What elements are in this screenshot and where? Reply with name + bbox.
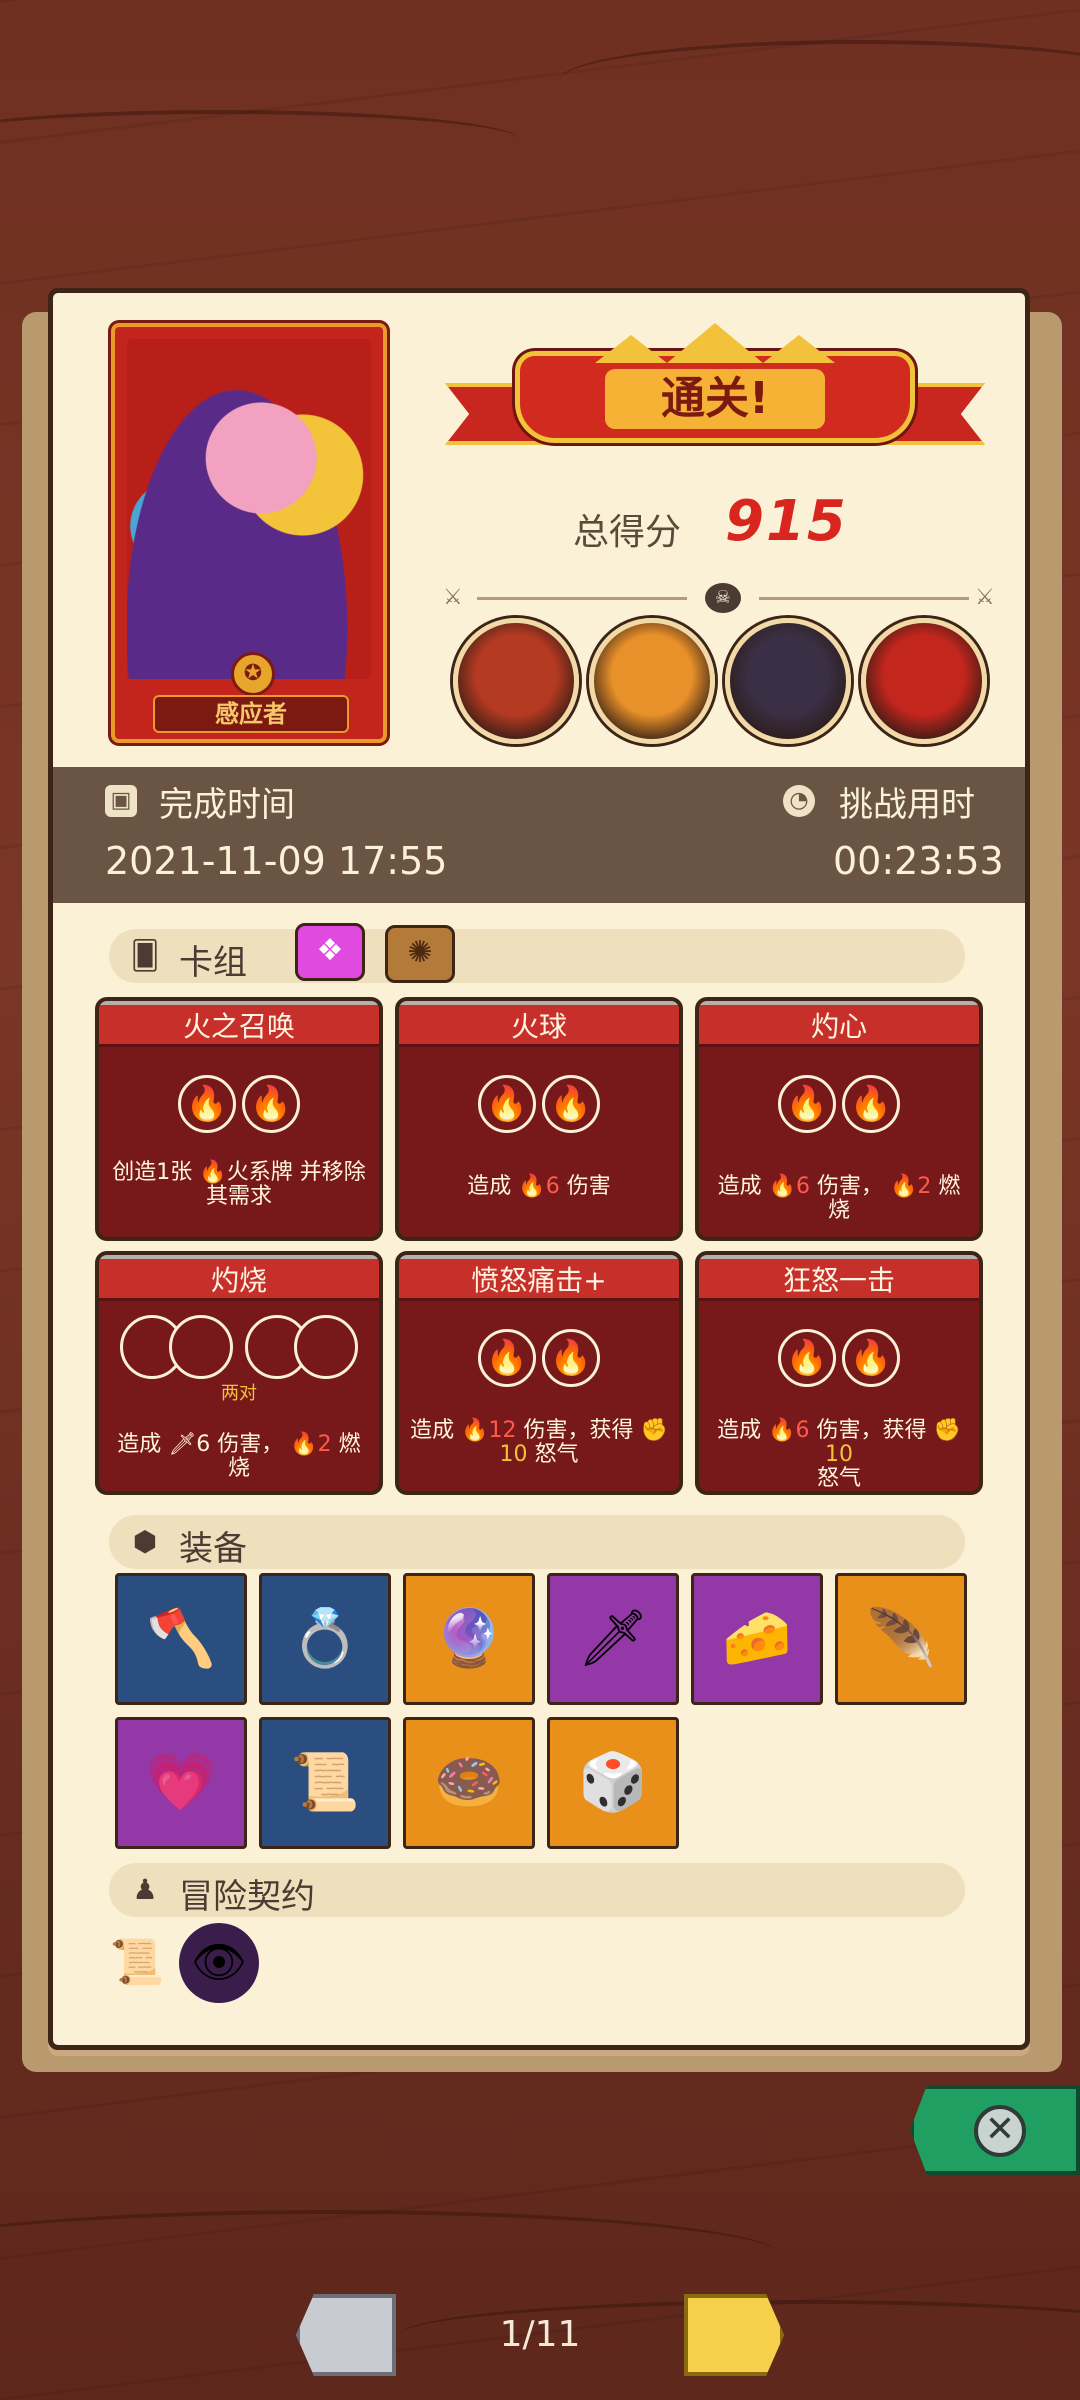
close-button[interactable]: ✕ [910,2085,1080,2175]
card-description: 创造1张 🔥火系牌 并移除 其需求 [112,1160,366,1209]
flame-icon: 🔥 [768,1418,796,1443]
completion-time-label: 完成时间 [159,785,295,825]
fist-icon: ✊ [640,1418,668,1443]
boss-list [453,618,993,748]
flame-icon: 🔥 [199,1160,227,1185]
card-fireball[interactable]: 火球 🔥 🔥 造成 🔥6 伤害 [395,997,683,1241]
deck-section-header: 🂠 卡组 [109,929,965,983]
sword-icon: 🗡 [168,1432,197,1457]
card-description: 造成 🗡6 伤害， 🔥2 燃烧 [117,1432,361,1481]
skull-icon: ☠ [705,583,741,613]
calendar-icon: ▣ [105,785,137,817]
deck-tab-pink[interactable]: ❖ [295,923,365,981]
person-icon: ♟ [132,1873,158,1906]
prev-page-button[interactable] [296,2294,396,2376]
deck-title: 卡组 [179,943,247,983]
fist-icon: ✊ [933,1418,961,1443]
fire-orb-icon: 🔥 [842,1075,900,1133]
curved-blade-icon[interactable]: 🗡 [547,1573,679,1705]
green-dice-icon[interactable]: 🎲 [547,1717,679,1849]
fire-orb-icon: 🔥 [778,1075,836,1133]
heart-charm-icon[interactable]: 💗 [115,1717,247,1849]
cards-icon: 🂠 [130,939,160,972]
challenge-duration-label: 挑战用时 [839,785,975,825]
swirl-orb-icon[interactable]: 🔮 [403,1573,535,1705]
empty-orb-icon: ○ [293,1315,358,1379]
card-title: 愤怒痛击+ [399,1255,679,1301]
green-feather-icon[interactable]: 🪶 [835,1573,967,1705]
hero-card[interactable]: ✪ 感应者 [111,323,387,743]
fire-orb-icon: 🔥 [178,1075,236,1133]
card-description: 造成 🔥12 伤害，获得 ✊ 10 怒气 [410,1418,668,1467]
brown-deck-tab-icon: ✺ [407,935,433,970]
card-description: 造成 🔥6 伤害 [467,1174,611,1199]
score-label: 总得分 [573,512,682,553]
card-title: 灼心 [699,1001,979,1047]
result-panel: ✪ 感应者 通关! 总得分 915 ⚔ ☠ ⚔ ▣ 完成时间 2021-11-0… [48,288,1030,2050]
red-demon-boss-icon[interactable] [861,618,987,744]
cyclops-boss-icon[interactable] [453,618,579,744]
banner-text: 通关! [605,369,825,429]
card-title: 灼烧 [99,1255,379,1301]
card-fire-summon[interactable]: 火之召唤 🔥 🔥 创造1张 🔥火系牌 并移除 其需求 [95,997,383,1241]
card-description: 造成 🔥6 伤害， 🔥2 燃烧 [717,1174,961,1223]
stopwatch-icon: ◔ [783,785,815,817]
crown-icon [595,323,835,363]
fire-orb-icon: 🔥 [842,1329,900,1387]
flame-icon: 🔥 [768,1174,796,1199]
burn-icon: 🔥 [290,1432,318,1457]
axe-icon[interactable]: 🪓 [115,1573,247,1705]
card-scorch[interactable]: 灼烧 ○○ ○○ 两对 造成 🗡6 伤害， 🔥2 燃烧 [95,1251,383,1495]
pair-requirement-label: 两对 [221,1383,257,1404]
purple-eye-seal-icon[interactable]: 👁 [179,1923,259,2003]
flame-icon: 🔥 [461,1418,489,1443]
fire-orb-icon: 🔥 [778,1329,836,1387]
hero-name: 感应者 [153,695,349,733]
pink-deck-tab-icon: ❖ [316,933,344,968]
close-icon: ✕ [974,2105,1026,2157]
equipment-section-header: ⬢ 装备 [109,1515,965,1569]
fire-orb-icon: 🔥 [542,1329,600,1387]
burn-icon: 🔥 [890,1174,918,1199]
card-angry-strike-plus[interactable]: 愤怒痛击+ 🔥 🔥 造成 🔥12 伤害，获得 ✊ 10 怒气 [395,1251,683,1495]
hero-portrait [127,339,371,679]
fire-orb-icon: 🔥 [478,1075,536,1133]
challenge-duration-value: 00:23:53 [833,839,1004,883]
card-title: 狂怒一击 [699,1255,979,1301]
completion-time-value: 2021-11-09 17:55 [105,839,448,883]
fire-orb-icon: 🔥 [542,1075,600,1133]
crossed-swords-icon: ⚔ [443,585,463,610]
donut-ring-icon[interactable]: 🍩 [403,1717,535,1849]
card-title: 火球 [399,1001,679,1047]
cheese-wedge-icon[interactable]: 🧀 [691,1573,823,1705]
deck-tab-brown[interactable]: ✺ [385,925,455,983]
fire-orb-icon: 🔥 [242,1075,300,1133]
orange-beast-boss-icon[interactable] [589,618,715,744]
contract-title: 冒险契约 [179,1877,315,1917]
boss-divider: ⚔ ☠ ⚔ [443,583,1003,613]
flame-icon: 🔥 [518,1174,546,1199]
dark-knight-boss-icon[interactable] [725,618,851,744]
page-indicator: 1/11 [499,2314,581,2355]
scroll-icon[interactable]: 📜 [259,1717,391,1849]
next-page-button[interactable] [684,2294,784,2376]
contract-section-header: ♟ 冒险契约 [109,1863,965,1917]
score-value: 915 [725,489,848,554]
contract-scroll-icon[interactable]: 📜 [97,1923,177,2003]
card-rage-strike[interactable]: 狂怒一击 🔥 🔥 造成 🔥6 伤害，获得 ✊10 怒气 [695,1251,983,1495]
victory-banner: 通关! [445,323,985,473]
ring-icon[interactable]: 💍 [259,1573,391,1705]
crossed-swords-icon: ⚔ [975,585,995,610]
fire-orb-icon: 🔥 [478,1329,536,1387]
card-description: 造成 🔥6 伤害，获得 ✊10 怒气 [717,1418,961,1491]
hero-emblem-icon: ✪ [231,652,275,696]
empty-orb-icon: ○ [169,1315,234,1379]
card-burning-heart[interactable]: 灼心 🔥 🔥 造成 🔥6 伤害， 🔥2 燃烧 [695,997,983,1241]
box-icon: ⬢ [132,1525,158,1558]
card-title: 火之召唤 [99,1001,379,1047]
time-band: ▣ 完成时间 2021-11-09 17:55 ◔ 挑战用时 00:23:53 [53,767,1025,903]
equipment-title: 装备 [179,1529,247,1569]
